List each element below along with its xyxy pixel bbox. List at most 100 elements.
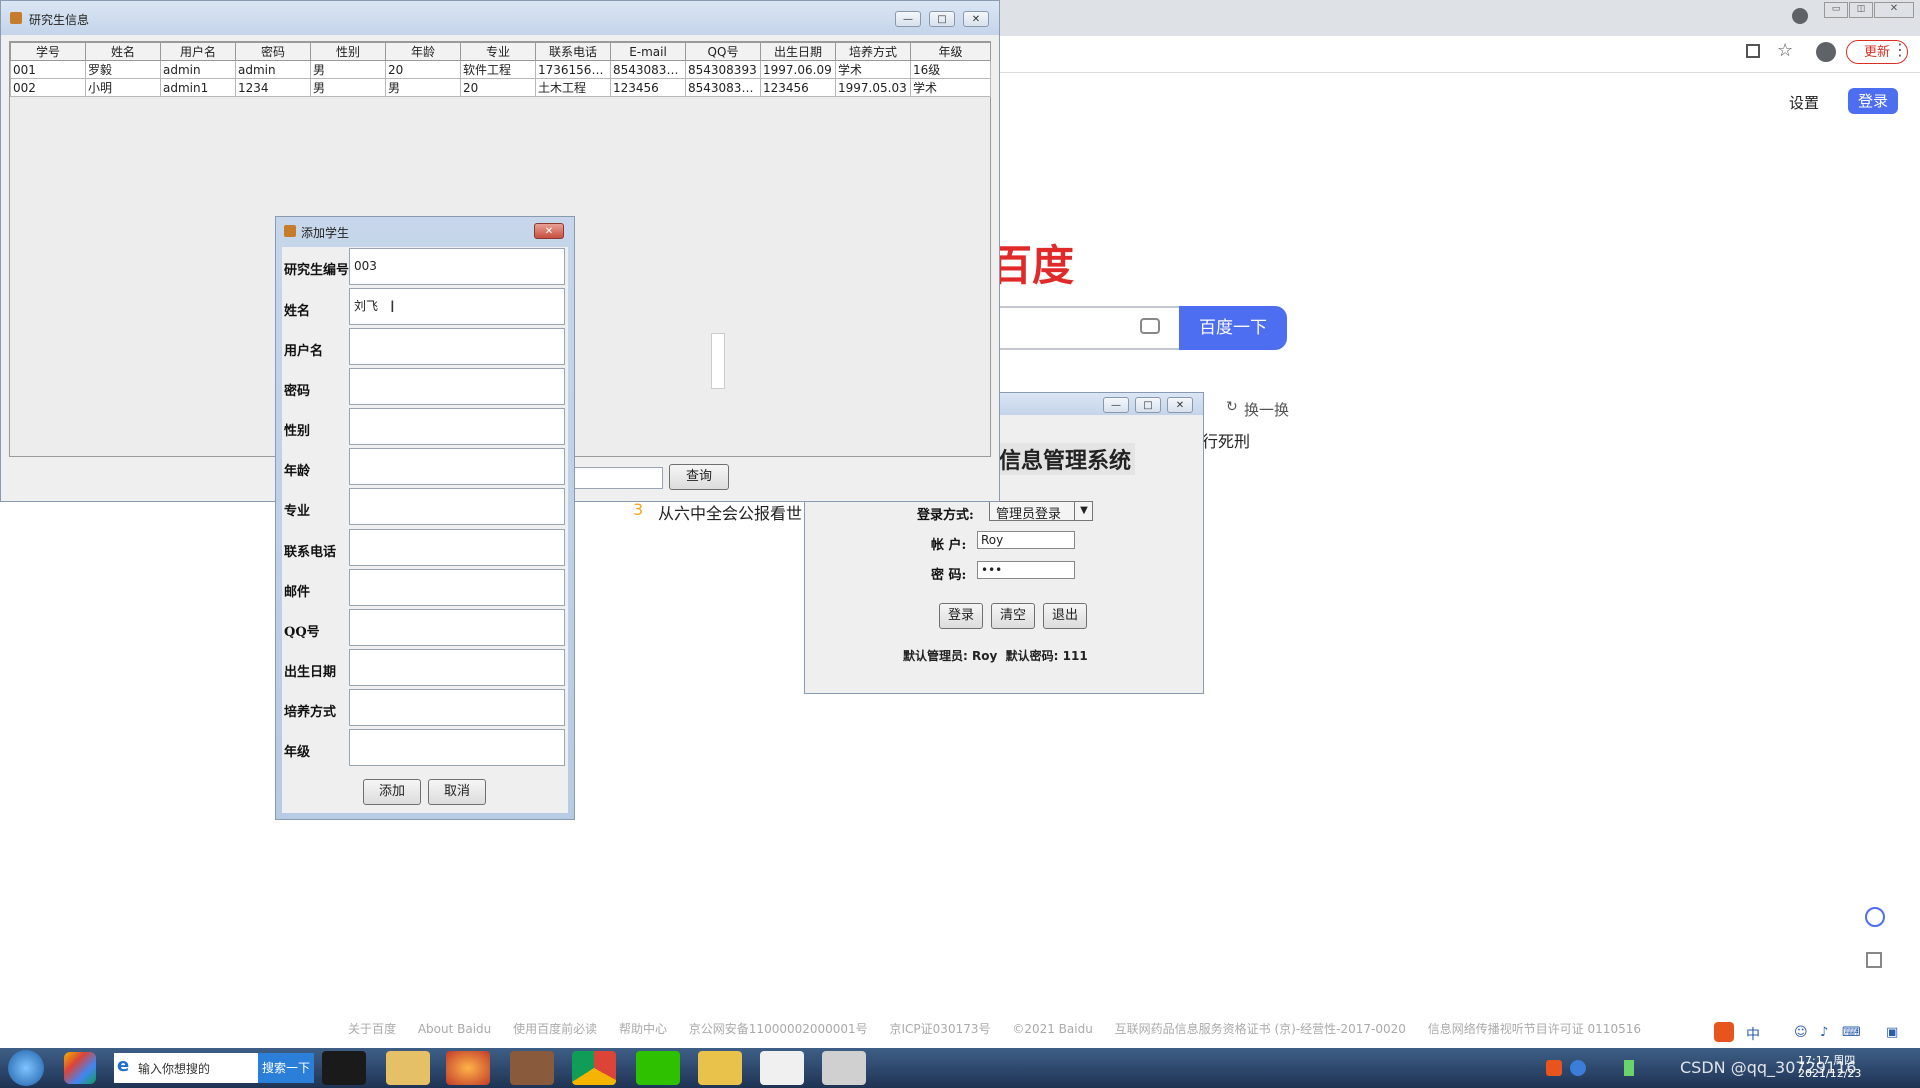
- password-input[interactable]: [349, 368, 565, 405]
- dialog-titlebar[interactable]: 添加学生 ✕: [276, 217, 574, 245]
- login-mode-select[interactable]: 管理员登录 ▼: [989, 501, 1093, 522]
- keyboard-icon[interactable]: ⌨: [1842, 1025, 1861, 1040]
- column-header[interactable]: 学号: [10, 42, 86, 61]
- query-button[interactable]: 查询: [669, 464, 729, 490]
- table-cell[interactable]: 学术: [910, 78, 991, 97]
- column-header[interactable]: 用户名: [160, 42, 236, 61]
- table-cell[interactable]: 854308393...: [610, 60, 686, 79]
- table-cell[interactable]: 123456: [610, 78, 686, 97]
- footer-link[interactable]: About Baidu: [418, 1022, 491, 1036]
- tray-sogou-icon[interactable]: [1546, 1060, 1562, 1076]
- column-header[interactable]: 年龄: [385, 42, 461, 61]
- scroll-thumb[interactable]: [711, 333, 725, 389]
- folder-icon[interactable]: [698, 1051, 742, 1085]
- footer-link[interactable]: 使用百度前必读: [513, 1022, 597, 1036]
- column-header[interactable]: 密码: [235, 42, 311, 61]
- maximize-icon[interactable]: □: [1135, 397, 1161, 413]
- side-qr-icon[interactable]: [1866, 952, 1882, 968]
- close-icon[interactable]: ✕: [1167, 397, 1193, 413]
- close-icon[interactable]: ✕: [1874, 2, 1914, 18]
- table-cell[interactable]: 1997.05.03: [835, 78, 911, 97]
- table-cell[interactable]: admin: [160, 60, 236, 79]
- column-header[interactable]: E-mail: [610, 42, 686, 61]
- settings-link[interactable]: 设置: [1789, 92, 1819, 113]
- camera-icon[interactable]: [1140, 318, 1160, 334]
- add-button[interactable]: 添加: [363, 779, 421, 805]
- minimize-icon[interactable]: —: [895, 11, 921, 27]
- hot-list-item[interactable]: 从六中全会公报看世: [658, 500, 802, 524]
- table-cell[interactable]: 16级: [910, 60, 991, 79]
- table-cell[interactable]: 002: [10, 78, 86, 97]
- minimize-icon[interactable]: ▭: [1824, 2, 1848, 18]
- chrome-icon[interactable]: [572, 1051, 616, 1085]
- table-cell[interactable]: admin: [235, 60, 311, 79]
- chevron-down-icon[interactable]: ▼: [1074, 502, 1093, 520]
- column-header[interactable]: 培养方式: [835, 42, 911, 61]
- game-app-icon[interactable]: [510, 1051, 554, 1085]
- age-input[interactable]: [349, 448, 565, 485]
- column-header[interactable]: 姓名: [85, 42, 161, 61]
- qq-input[interactable]: [349, 609, 565, 646]
- app-launcher-icon[interactable]: [64, 1052, 96, 1084]
- column-header[interactable]: 专业: [460, 42, 536, 61]
- refresh-icon[interactable]: ↻: [1226, 399, 1238, 415]
- table-cell[interactable]: 854308303...: [685, 78, 761, 97]
- intellij-icon[interactable]: [322, 1051, 366, 1085]
- table-cell[interactable]: 男: [310, 60, 386, 79]
- query-input[interactable]: [561, 467, 663, 489]
- account-input[interactable]: Roy: [977, 531, 1075, 549]
- table-cell[interactable]: 土木工程: [535, 78, 611, 97]
- password-input[interactable]: •••: [977, 561, 1075, 579]
- minimize-icon[interactable]: —: [1103, 397, 1129, 413]
- footer-link[interactable]: ©2021 Baidu: [1012, 1022, 1093, 1036]
- phone-input[interactable]: [349, 529, 565, 566]
- footer-link[interactable]: 京公网安备11000002000001号: [689, 1022, 868, 1036]
- table-cell[interactable]: admin1: [160, 78, 236, 97]
- tray-help-icon[interactable]: [1570, 1060, 1586, 1076]
- tray-battery-icon[interactable]: [1624, 1060, 1634, 1076]
- file-explorer-icon[interactable]: [386, 1051, 430, 1085]
- birth-date-input[interactable]: [349, 649, 565, 686]
- taskbar-search-button[interactable]: 搜索一下: [258, 1053, 314, 1083]
- mic-icon[interactable]: ♪: [1820, 1025, 1828, 1040]
- ime-mode-label[interactable]: 中: [1746, 1024, 1760, 1044]
- table-cell[interactable]: 罗毅: [85, 60, 161, 79]
- side-refresh-icon[interactable]: [1865, 907, 1885, 927]
- column-header[interactable]: QQ号: [685, 42, 761, 61]
- column-header[interactable]: 年级: [910, 42, 991, 61]
- footer-link[interactable]: 帮助中心: [619, 1022, 667, 1036]
- table-cell[interactable]: 854308393: [685, 60, 761, 79]
- terminal-icon[interactable]: [822, 1051, 866, 1085]
- clock-time[interactable]: 17:17 周四: [1798, 1052, 1855, 1068]
- major-input[interactable]: [349, 488, 565, 525]
- maximize-icon[interactable]: □: [929, 11, 955, 27]
- gender-input[interactable]: [349, 408, 565, 445]
- column-header[interactable]: 出生日期: [760, 42, 836, 61]
- wechat-icon[interactable]: [636, 1051, 680, 1085]
- footer-link[interactable]: 京ICP证030173号: [890, 1022, 991, 1036]
- table-cell[interactable]: 20: [385, 60, 461, 79]
- table-cell[interactable]: 1997.06.09: [760, 60, 836, 79]
- table-cell[interactable]: 小明: [85, 78, 161, 97]
- restore-icon[interactable]: ◫: [1849, 2, 1873, 18]
- footer-link[interactable]: 关于百度: [348, 1022, 396, 1036]
- emoji-icon[interactable]: ☺: [1794, 1025, 1808, 1040]
- email-input[interactable]: [349, 569, 565, 606]
- login-button[interactable]: 登录: [939, 603, 983, 629]
- table-row[interactable]: 001 罗毅 admin admin 男 20 软件工程 173615644..…: [10, 60, 991, 79]
- baidu-search-button[interactable]: 百度一下: [1179, 306, 1287, 350]
- refresh-link[interactable]: 换一换: [1244, 399, 1289, 420]
- table-cell[interactable]: 学术: [835, 60, 911, 79]
- table-cell[interactable]: 软件工程: [460, 60, 536, 79]
- table-cell[interactable]: 001: [10, 60, 86, 79]
- exit-button[interactable]: 退出: [1043, 603, 1087, 629]
- table-cell[interactable]: 男: [385, 78, 461, 97]
- skin-icon[interactable]: ▣: [1886, 1025, 1898, 1040]
- tab-search-icon[interactable]: [1792, 8, 1808, 24]
- table-cell[interactable]: 男: [310, 78, 386, 97]
- bookmark-star-icon[interactable]: ☆: [1777, 40, 1793, 61]
- training-mode-input[interactable]: [349, 689, 565, 726]
- hot-item-text[interactable]: 行死刑: [1202, 428, 1250, 452]
- qr-scan-icon[interactable]: [1746, 44, 1760, 58]
- table-cell[interactable]: 173615644...: [535, 60, 611, 79]
